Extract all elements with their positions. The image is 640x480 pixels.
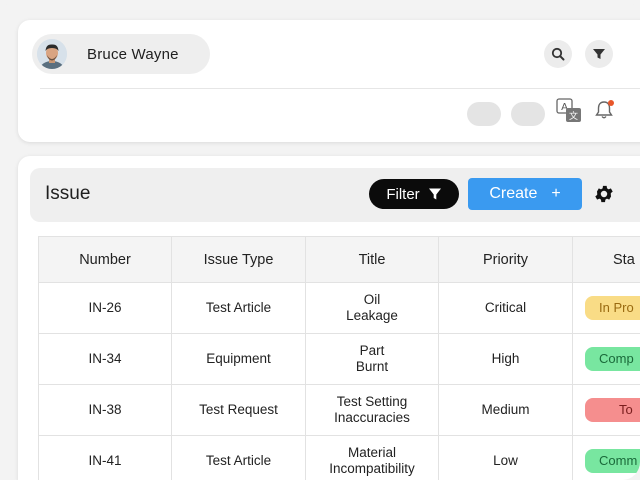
status-badge[interactable]: In Pro: [585, 296, 640, 320]
cell-number: IN-26: [38, 282, 172, 334]
column-header-number[interactable]: Number: [38, 236, 172, 283]
cell-number: IN-34: [38, 333, 172, 385]
filter-icon: [428, 188, 441, 200]
cell-priority: Critical: [438, 282, 573, 334]
gear-icon: [595, 185, 613, 203]
avatar: [37, 39, 67, 69]
table-row[interactable]: IN-34 Equipment Part Burnt High Comp: [38, 333, 640, 385]
app-frame: Bruce Wayne A 文 Issue Filter Create + Nu…: [0, 0, 640, 480]
cell-status: Comp: [572, 333, 640, 385]
create-button[interactable]: Create +: [468, 178, 582, 210]
status-badge[interactable]: To: [585, 398, 640, 422]
cell-issue-type: Equipment: [171, 333, 306, 385]
user-profile-chip[interactable]: Bruce Wayne: [32, 34, 210, 74]
cell-title-line2: Inaccuracies: [334, 410, 410, 425]
cell-status: To: [572, 384, 640, 436]
issue-title: Issue: [45, 183, 91, 204]
cell-issue-type: Test Article: [171, 435, 306, 480]
column-header-title[interactable]: Title: [305, 236, 439, 283]
cell-priority: Low: [438, 435, 573, 480]
cell-title-line2: Burnt: [355, 359, 389, 374]
cell-title-line1: Oil: [363, 292, 381, 307]
table-row[interactable]: IN-26 Test Article Oil Leakage Critical …: [38, 282, 640, 334]
cell-title-line1: Material: [347, 445, 396, 460]
filter-button[interactable]: Filter: [369, 179, 459, 209]
cell-number: IN-41: [38, 435, 172, 480]
search-icon: [551, 47, 565, 61]
search-button[interactable]: [544, 40, 572, 68]
cell-issue-type: Test Request: [171, 384, 306, 436]
svg-text:文: 文: [569, 110, 578, 122]
header-card: Bruce Wayne A 文: [18, 20, 640, 142]
cell-number: IN-38: [38, 384, 172, 436]
notification-dot: [608, 100, 614, 106]
table-header-row: Number Issue Type Title Priority Sta: [38, 236, 640, 283]
filter-button-label: Filter: [386, 185, 420, 203]
table-row[interactable]: IN-38 Test Request Test Setting Inaccura…: [38, 384, 640, 436]
cell-issue-type: Test Article: [171, 282, 306, 334]
column-header-issue-type[interactable]: Issue Type: [171, 236, 306, 283]
cell-title-line1: Test Setting: [336, 394, 408, 409]
cell-status: In Pro: [572, 282, 640, 334]
table-row[interactable]: IN-41 Test Article Material Incompatibil…: [38, 435, 640, 480]
cell-title-line2: Incompatibility: [329, 461, 415, 476]
settings-button[interactable]: [593, 183, 615, 205]
header-pill-2[interactable]: [511, 102, 545, 126]
column-header-priority[interactable]: Priority: [438, 236, 573, 283]
cell-title: Test Setting Inaccuracies: [305, 384, 439, 436]
issue-toolbar: Issue Filter Create +: [30, 168, 640, 222]
column-header-status[interactable]: Sta: [572, 236, 640, 283]
cell-title: Material Incompatibility: [305, 435, 439, 480]
filter-top-button[interactable]: [585, 40, 613, 68]
cell-priority: High: [438, 333, 573, 385]
plus-icon: +: [551, 185, 561, 202]
status-badge[interactable]: Comp: [585, 347, 640, 371]
cell-title: Oil Leakage: [305, 282, 439, 334]
user-name: Bruce Wayne: [87, 45, 179, 63]
notification-button[interactable]: [593, 99, 615, 121]
issue-table: Number Issue Type Title Priority Sta IN-…: [38, 236, 640, 480]
filter-icon: [593, 49, 605, 59]
create-button-label: Create: [489, 185, 538, 202]
cell-priority: Medium: [438, 384, 573, 436]
cell-title: Part Burnt: [305, 333, 439, 385]
translate-button[interactable]: A 文: [555, 97, 583, 125]
translate-icon: A 文: [556, 98, 581, 122]
status-badge[interactable]: Comm: [585, 449, 640, 473]
cell-status: Comm: [572, 435, 640, 480]
cell-title-line2: Leakage: [346, 308, 398, 323]
header-divider: [40, 88, 640, 89]
cell-title-line1: Part: [359, 343, 385, 358]
header-pill-1[interactable]: [467, 102, 501, 126]
issue-card: Issue Filter Create + Number Issue Type …: [18, 156, 640, 480]
